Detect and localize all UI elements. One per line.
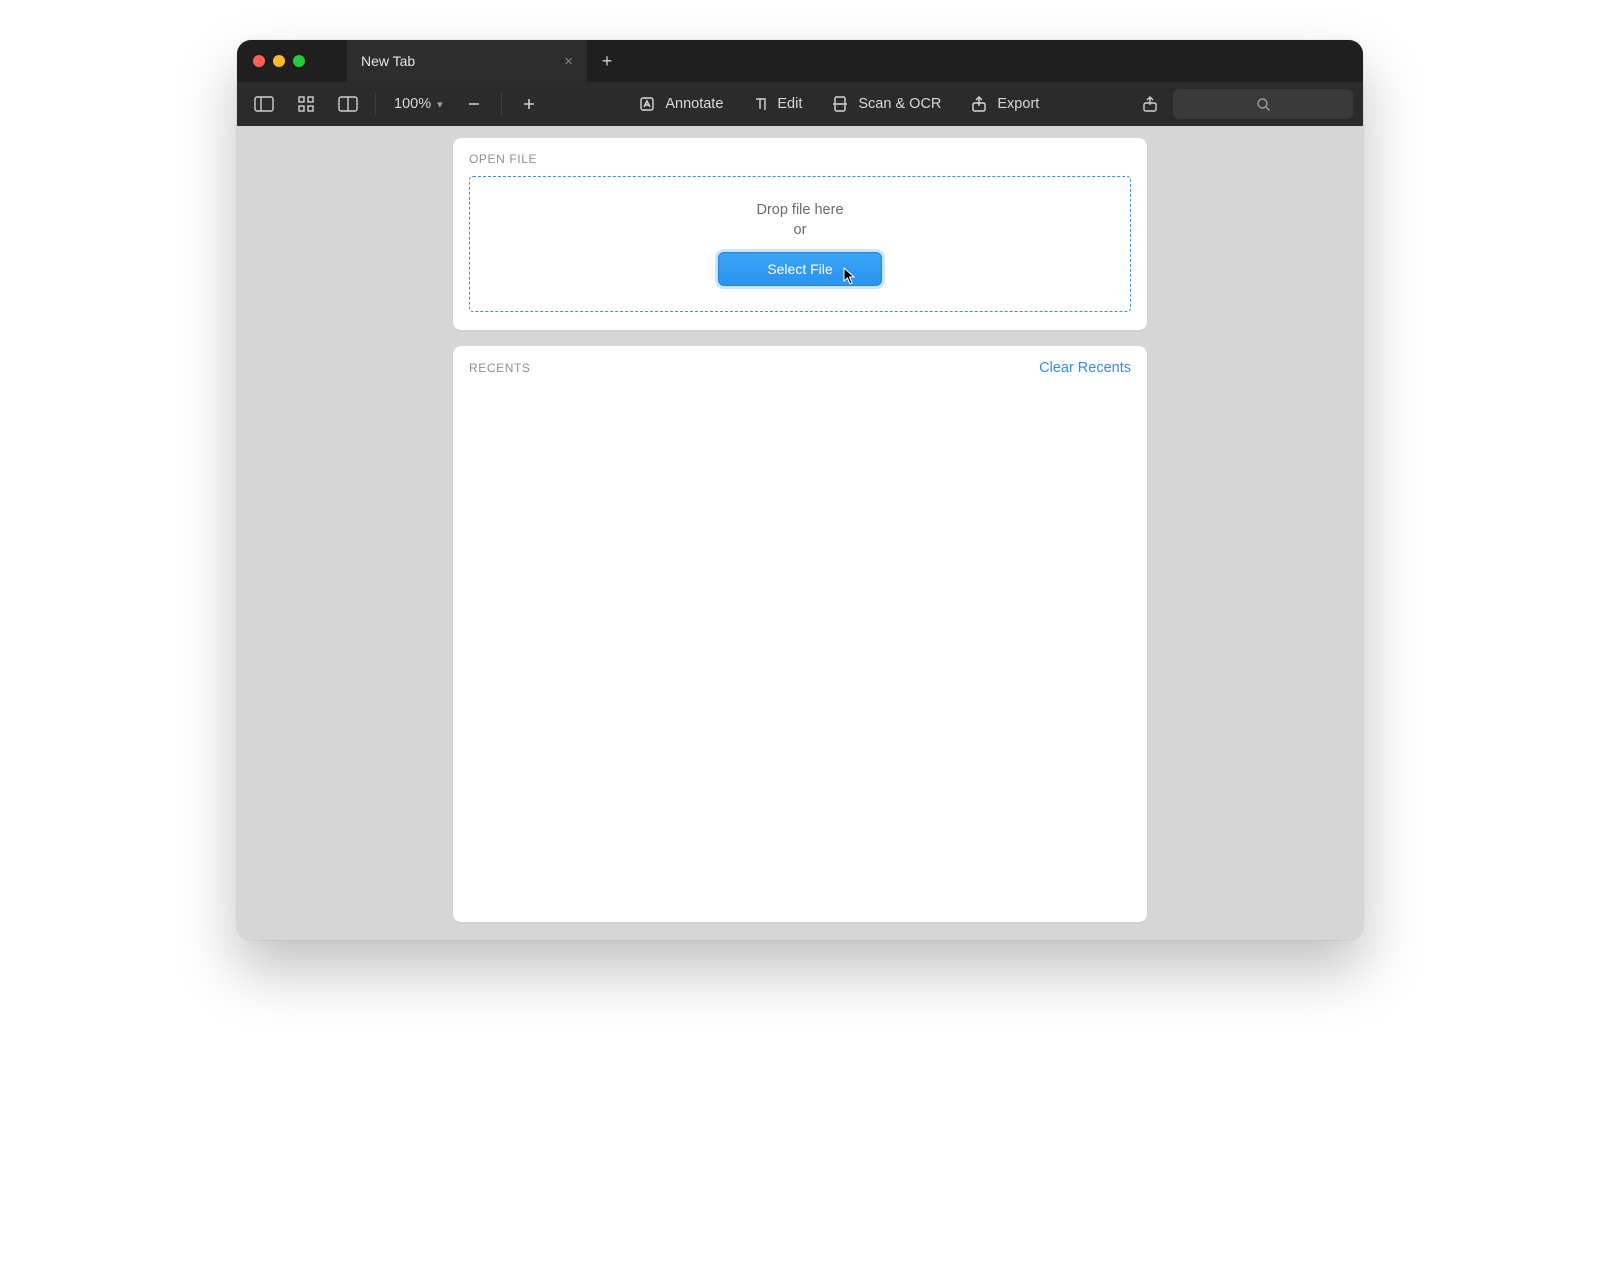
cursor-icon	[843, 267, 857, 285]
export-button[interactable]: Export	[959, 89, 1051, 119]
grid-icon	[298, 96, 314, 112]
annotate-icon	[639, 96, 655, 112]
drop-hint-text: Drop file here	[756, 202, 843, 218]
edit-text-icon	[753, 96, 767, 112]
select-file-label: Select File	[767, 261, 832, 277]
scan-ocr-label: Scan & OCR	[858, 96, 941, 112]
chevron-down-icon: ▾	[437, 98, 443, 111]
annotate-label: Annotate	[665, 96, 723, 112]
window-minimize-button[interactable]	[273, 55, 285, 67]
annotate-button[interactable]: Annotate	[627, 90, 735, 118]
tab-title: New Tab	[361, 53, 415, 69]
toolbar-separator	[375, 93, 376, 115]
minus-icon	[467, 97, 481, 111]
sidebar-toggle-button[interactable]	[247, 89, 281, 119]
thumbnails-button[interactable]	[289, 89, 323, 119]
content-area: OPEN FILE Drop file here or Select File …	[237, 126, 1363, 940]
zoom-dropdown[interactable]: 100% ▾	[386, 96, 451, 112]
edit-button[interactable]: Edit	[741, 90, 814, 118]
toolbar-separator	[501, 93, 502, 115]
window-controls	[237, 40, 347, 82]
export-icon	[971, 95, 987, 113]
two-page-view-button[interactable]	[331, 89, 365, 119]
open-file-title: OPEN FILE	[469, 152, 1131, 166]
recents-title: RECENTS	[469, 361, 531, 375]
search-icon	[1256, 97, 1271, 112]
drop-or-text: or	[794, 222, 807, 238]
open-file-panel: OPEN FILE Drop file here or Select File	[453, 138, 1147, 330]
titlebar: New Tab × +	[237, 40, 1363, 82]
share-button[interactable]	[1133, 89, 1167, 119]
tab-new[interactable]: New Tab ×	[347, 40, 587, 82]
window-close-button[interactable]	[253, 55, 265, 67]
tab-close-button[interactable]: ×	[564, 53, 573, 70]
new-tab-button[interactable]: +	[587, 40, 627, 82]
book-open-icon	[338, 96, 358, 112]
edit-label: Edit	[777, 96, 802, 112]
window-maximize-button[interactable]	[293, 55, 305, 67]
clear-recents-button[interactable]: Clear Recents	[1039, 360, 1131, 376]
zoom-label: 100%	[394, 96, 431, 112]
zoom-out-button[interactable]	[457, 89, 491, 119]
scan-ocr-button[interactable]: Scan & OCR	[820, 89, 953, 119]
toolbar: 100% ▾ Annotate Edit Scan & OCR	[237, 82, 1363, 126]
sidebar-icon	[254, 96, 274, 112]
export-label: Export	[997, 96, 1039, 112]
select-file-button[interactable]: Select File	[718, 252, 881, 286]
zoom-in-button[interactable]	[512, 89, 546, 119]
file-dropzone[interactable]: Drop file here or Select File	[469, 176, 1131, 312]
app-window: New Tab × +	[237, 40, 1363, 940]
scan-icon	[832, 95, 848, 113]
plus-icon	[522, 97, 536, 111]
recents-panel: RECENTS Clear Recents	[453, 346, 1147, 922]
search-input[interactable]	[1173, 89, 1353, 119]
share-icon	[1142, 95, 1158, 113]
